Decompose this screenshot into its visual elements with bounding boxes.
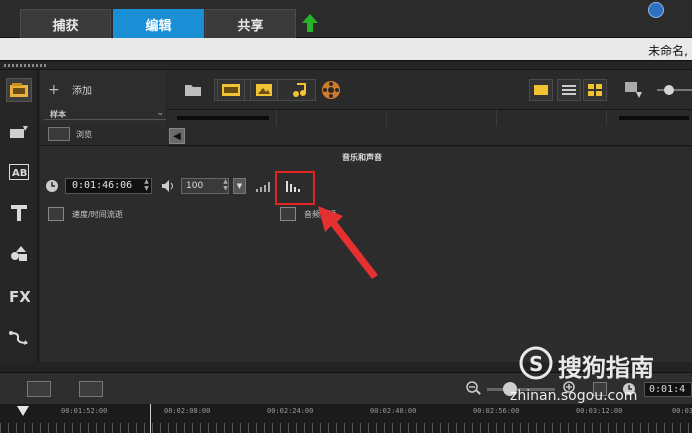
timeline-marker <box>150 404 151 433</box>
duration-input[interactable]: 0:01:46:06 <box>65 178 152 194</box>
view-list-icon[interactable] <box>557 79 581 101</box>
category-label: 样本 <box>50 110 66 119</box>
sogou-logo-icon: S <box>519 346 553 380</box>
audio-filter-button[interactable]: 音频滤镜 <box>280 207 336 221</box>
globe-icon[interactable] <box>648 2 664 18</box>
plus-icon: + <box>48 81 60 98</box>
video-editor-window: 捕获 编辑 共享 未命名, AB FX + 添加 样本 ⌄ 浏览 ◀ 音乐和声音… <box>0 0 692 433</box>
browse-button[interactable]: 浏览 <box>48 127 92 141</box>
path-motion-icon[interactable] <box>6 326 32 350</box>
graphics-icon[interactable] <box>6 242 32 266</box>
thumb-size-slider[interactable] <box>657 79 692 101</box>
svg-text:FX: FX <box>9 288 30 304</box>
tool-rail: AB FX <box>0 70 38 362</box>
photo-filter-icon[interactable] <box>250 79 278 101</box>
main-tab-bar: 捕获 编辑 共享 <box>0 0 692 38</box>
tick-label: 00:01:52:00 <box>61 407 108 415</box>
panel-grip[interactable] <box>0 62 692 70</box>
video-filter-icon[interactable] <box>217 79 245 101</box>
chevron-down-icon: ⌄ <box>156 108 164 118</box>
view-grid-icon[interactable] <box>583 79 607 101</box>
playhead[interactable] <box>17 406 29 416</box>
fade-in-icon[interactable] <box>255 180 273 192</box>
browse-label: 浏览 <box>76 129 92 139</box>
collapse-library-button[interactable]: ◀ <box>169 128 185 144</box>
options-panel-title: 音乐和声音 <box>342 153 382 162</box>
volume-dropdown[interactable]: ▼ <box>233 178 246 194</box>
music-filter-icon[interactable] <box>285 79 313 101</box>
text-icon[interactable] <box>6 201 32 225</box>
add-label: 添加 <box>72 86 92 97</box>
media-library-icon[interactable] <box>6 78 32 102</box>
speed-timelapse-button[interactable]: 速度/时间流逝 <box>48 207 123 221</box>
view-thumbnail-icon[interactable] <box>529 79 553 101</box>
zoom-out-icon[interactable] <box>466 381 482 397</box>
sort-icon[interactable] <box>619 79 647 101</box>
tick-label: 00:02:08:00 <box>164 407 211 415</box>
duration-spinner[interactable]: ▲ ▼ <box>142 178 151 194</box>
watermark-brand: 搜狗指南 <box>558 354 654 382</box>
watermark-url: zhinan.sogou.com <box>510 388 638 404</box>
volume-spinner[interactable]: ▲ ▼ <box>221 178 230 194</box>
tick-label: 00:02:24:00 <box>267 407 314 415</box>
title-ab-icon[interactable]: AB <box>6 160 32 184</box>
media-toolbar <box>167 70 692 110</box>
transition-icon[interactable] <box>6 120 32 144</box>
options-panel: 音乐和声音 0:01:46:06 ▲ ▼ 100 ▲ ▼ ▼ 速度/时间流逝 音频滤… <box>40 147 692 362</box>
browse-icon <box>48 127 70 141</box>
svg-text:S: S <box>529 352 543 376</box>
watermark: S 搜狗指南 zhinan.sogou.com <box>510 344 690 414</box>
tab-edit[interactable]: 编辑 <box>113 9 204 38</box>
folder-icon[interactable] <box>179 79 207 101</box>
tick-label: 00:02:40:00 <box>370 407 417 415</box>
volume-icon <box>162 180 173 192</box>
film-reel-icon[interactable] <box>317 79 345 101</box>
tab-share[interactable]: 共享 <box>205 9 296 38</box>
project-title-strip: 未命名, <box>0 38 692 61</box>
audio-filter-icon <box>280 207 296 221</box>
upload-arrow-icon[interactable] <box>302 14 318 32</box>
fx-filter-icon[interactable]: FX <box>6 284 32 308</box>
add-folder-button[interactable]: + 添加 <box>48 81 92 98</box>
tab-capture[interactable]: 捕获 <box>20 9 111 38</box>
speed-label: 速度/时间流逝 <box>72 209 123 219</box>
media-thumbnail-strip <box>167 110 692 126</box>
project-name: 未命名, <box>648 44 688 58</box>
highlight-box <box>275 171 315 205</box>
audio-filter-label: 音频滤镜 <box>304 209 336 219</box>
storyboard-view-button[interactable] <box>79 381 103 397</box>
library-footer <box>40 126 692 146</box>
speed-icon <box>48 207 64 221</box>
category-select[interactable]: 样本 ⌄ <box>44 108 166 120</box>
clock-icon <box>46 180 58 192</box>
ruler-ticks <box>0 423 692 433</box>
svg-text:AB: AB <box>12 168 27 179</box>
title-track-button[interactable] <box>27 381 51 397</box>
